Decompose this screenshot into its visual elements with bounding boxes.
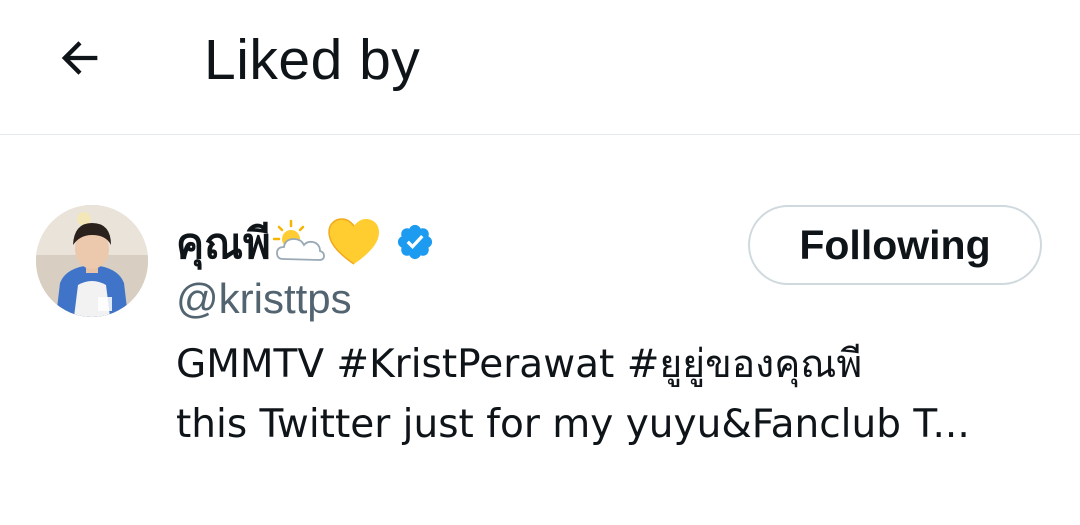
sun-behind-cloud-icon	[272, 219, 325, 270]
verified-badge-icon	[395, 222, 435, 267]
display-name[interactable]: คุณพี	[176, 214, 271, 274]
bio-line-2: this Twitter just for my yuyu&Fanclub T.…	[176, 402, 970, 447]
yellow-heart-icon	[327, 217, 381, 272]
user-handle[interactable]: @kristtps	[176, 271, 352, 327]
following-button[interactable]: Following	[748, 205, 1042, 285]
bio-line-1: GMMTV #KristPerawat #ยูยู่ของคุณพี	[176, 342, 863, 387]
avatar-image	[36, 205, 148, 317]
back-button[interactable]	[44, 22, 116, 94]
name-line: คุณพี	[176, 213, 435, 275]
user-list-item[interactable]: คุณพี @kristtps Following GMMTV #KristPe…	[0, 135, 1080, 525]
top-bar: Liked by	[0, 0, 1080, 135]
arrow-left-icon	[61, 41, 98, 75]
avatar[interactable]	[36, 205, 148, 317]
user-bio: GMMTV #KristPerawat #ยูยู่ของคุณพี this …	[176, 335, 1046, 455]
page-title: Liked by	[204, 28, 421, 92]
